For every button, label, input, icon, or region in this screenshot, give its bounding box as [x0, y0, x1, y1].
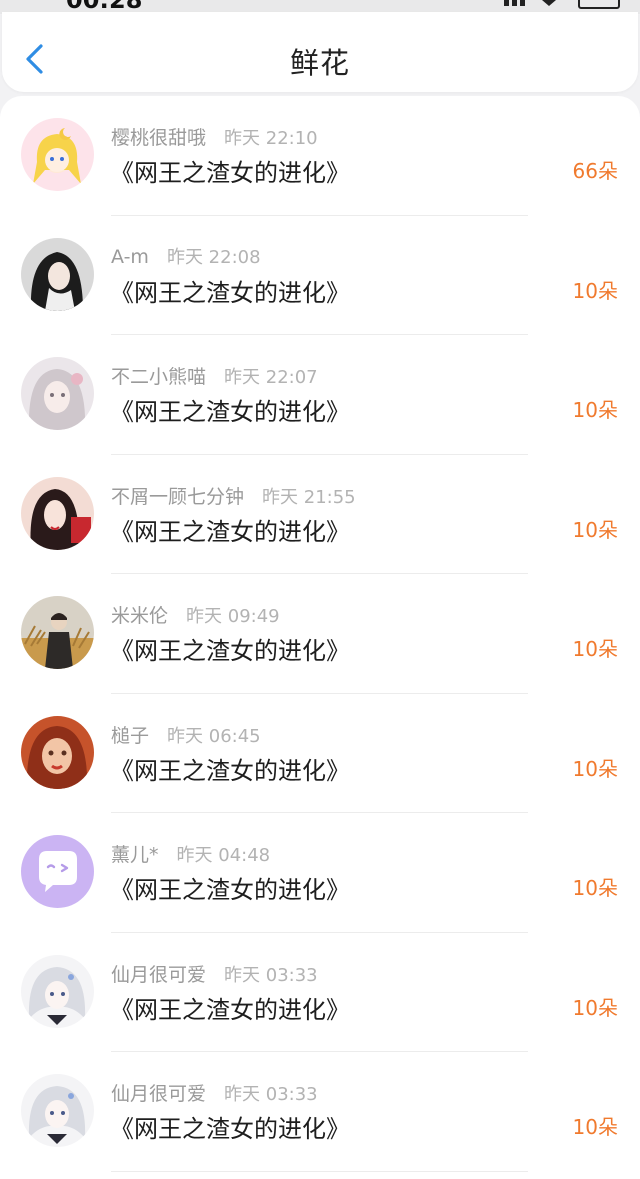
wifi-icon — [542, 0, 556, 6]
book-title[interactable]: 《网王之渣女的进化》 — [110, 870, 350, 905]
divider — [111, 1170, 528, 1172]
flower-count: 10朵 — [572, 876, 618, 900]
flower-count: 66朵 — [572, 159, 618, 183]
flower-count: 10朵 — [572, 1115, 618, 1139]
list-item[interactable]: 不二小熊喵 昨天 22:07 《网王之渣女的进化》 10朵 — [0, 335, 640, 455]
entry-time: 昨天 22:08 — [166, 246, 261, 268]
book-title[interactable]: 《网王之渣女的进化》 — [110, 392, 350, 427]
flower-count: 10朵 — [572, 517, 618, 542]
book-title[interactable]: 《网王之渣女的进化》 — [110, 990, 350, 1025]
signal-icon — [504, 0, 530, 6]
avatar[interactable] — [21, 118, 94, 191]
nav-header: 鲜花 — [2, 12, 638, 92]
book-title[interactable]: 《网王之渣女的进化》 — [110, 153, 350, 188]
avatar[interactable] — [21, 237, 94, 311]
book-title[interactable]: 《网王之渣女的进化》 — [110, 751, 350, 786]
list-item[interactable]: 不屑一顾七分钟 昨天 21:55 《网王之渣女的进化》 10朵 — [0, 455, 640, 574]
book-title[interactable]: 《网王之渣女的进化》 — [110, 512, 350, 547]
user-name[interactable]: 不屑一顾七分钟 — [111, 486, 244, 508]
entry-time: 昨天 03:33 — [224, 1084, 318, 1105]
flower-list: 樱桃很甜哦 昨天 22:10 《网王之渣女的进化》 66朵 A-m 昨天 22:08… — [0, 96, 640, 1179]
avatar[interactable] — [21, 596, 94, 669]
entry-meta: 仙月很可爱 昨天 03:33 — [111, 1079, 318, 1106]
entry-time: 昨天 06:45 — [167, 725, 261, 747]
list-item[interactable]: 仙月很可爱 昨天 03:33 《网王之渣女的进化》 10朵 — [0, 1052, 640, 1172]
list-item[interactable]: 米米伦 昨天 09:49 《网王之渣女的进化》 10朵 — [0, 574, 640, 694]
user-name[interactable]: 米米伦 — [111, 605, 168, 627]
entry-meta: 薰儿* 昨天 04:48 — [111, 840, 270, 867]
user-name[interactable]: 不二小熊喵 — [111, 366, 206, 388]
flower-count: 10朵 — [572, 756, 618, 781]
book-title[interactable]: 《网王之渣女的进化》 — [110, 273, 350, 308]
entry-meta: 不屑一顾七分钟 昨天 21:55 — [111, 482, 356, 509]
book-title[interactable]: 《网王之渣女的进化》 — [110, 1109, 350, 1144]
list-item[interactable]: 仙月很可爱 昨天 03:33 《网王之渣女的进化》 10朵 — [0, 933, 640, 1052]
user-name[interactable]: 仙月很可爱 — [111, 1083, 206, 1105]
user-name[interactable]: 薰儿* — [111, 844, 159, 866]
user-name[interactable]: 樱桃很甜哦 — [111, 127, 206, 149]
entry-time: 昨天 04:48 — [176, 845, 271, 866]
entry-time: 昨天 03:33 — [224, 964, 318, 986]
flower-count: 10朵 — [572, 278, 618, 303]
user-name[interactable]: 仙月很可爱 — [111, 964, 206, 986]
entry-time: 昨天 22:10 — [224, 128, 318, 149]
list-item[interactable]: A-m 昨天 22:08 《网王之渣女的进化》 10朵 — [0, 216, 640, 335]
entry-meta: 米米伦 昨天 09:49 — [111, 601, 280, 628]
user-name[interactable]: 槌子 — [111, 725, 149, 747]
book-title[interactable]: 《网王之渣女的进化》 — [110, 631, 350, 666]
avatar[interactable] — [21, 715, 94, 789]
list-item[interactable]: 薰儿* 昨天 04:48 《网王之渣女的进化》 10朵 — [0, 813, 640, 933]
list-item[interactable]: 槌子 昨天 06:45 《网王之渣女的进化》 10朵 — [0, 694, 640, 813]
list-item[interactable]: 樱桃很甜哦 昨天 22:10 《网王之渣女的进化》 66朵 — [0, 96, 640, 216]
entry-time: 昨天 09:49 — [186, 606, 280, 627]
avatar[interactable] — [21, 835, 94, 908]
user-name[interactable]: A-m — [111, 246, 149, 268]
entry-meta: 仙月很可爱 昨天 03:33 — [111, 960, 318, 987]
flower-count: 10朵 — [572, 995, 618, 1020]
battery-icon — [578, 0, 620, 9]
entry-meta: A-m 昨天 22:08 — [111, 243, 261, 269]
page-title: 鲜花 — [289, 46, 350, 80]
entry-time: 昨天 21:55 — [262, 486, 356, 508]
avatar[interactable] — [21, 1074, 94, 1147]
avatar[interactable] — [21, 476, 94, 550]
entry-meta: 樱桃很甜哦 昨天 22:10 — [111, 123, 318, 150]
avatar[interactable] — [21, 954, 94, 1028]
avatar[interactable] — [21, 357, 94, 430]
flower-count: 10朵 — [572, 398, 618, 422]
entry-meta: 槌子 昨天 06:45 — [111, 721, 261, 748]
flower-count: 10朵 — [572, 637, 618, 661]
entry-time: 昨天 22:07 — [224, 367, 318, 388]
entry-meta: 不二小熊喵 昨天 22:07 — [111, 362, 318, 389]
